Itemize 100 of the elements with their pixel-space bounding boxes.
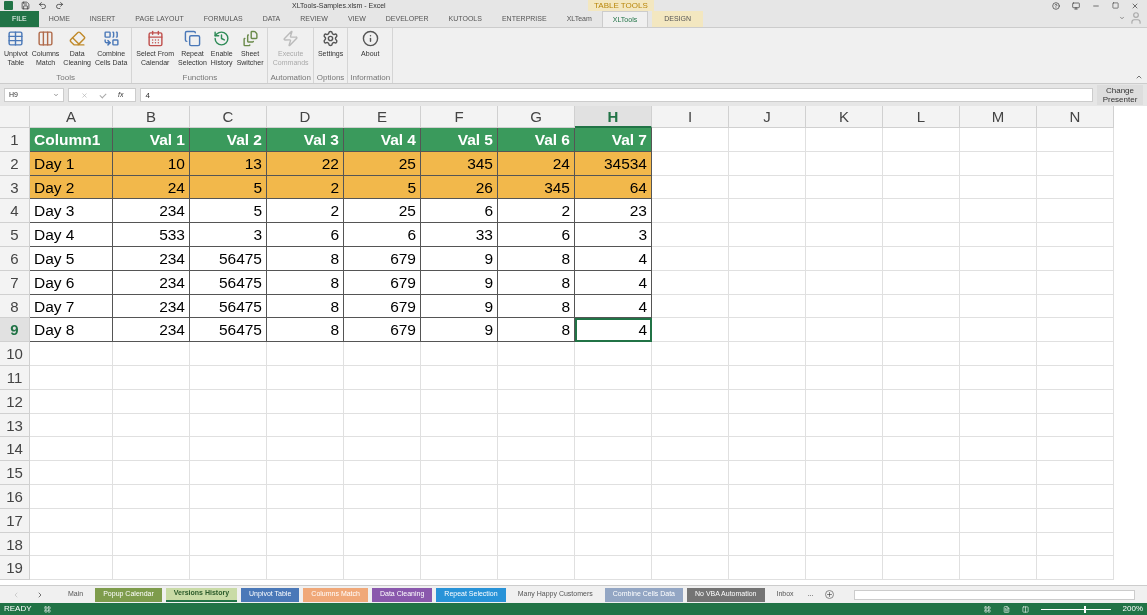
empty-cell[interactable] xyxy=(498,437,575,462)
add-sheet-icon[interactable] xyxy=(825,590,835,599)
empty-cell[interactable] xyxy=(421,461,498,485)
empty-cell[interactable] xyxy=(344,365,421,390)
empty-cell[interactable] xyxy=(344,437,421,462)
empty-cell[interactable] xyxy=(575,484,652,509)
normal-view-icon[interactable] xyxy=(983,605,991,613)
empty-cell[interactable] xyxy=(113,556,190,581)
empty-cell[interactable] xyxy=(806,128,883,152)
empty-cell[interactable] xyxy=(652,484,729,509)
empty-cell[interactable] xyxy=(267,342,344,366)
empty-cell[interactable] xyxy=(575,413,652,438)
collapse-ribbon-icon[interactable] xyxy=(1135,73,1143,81)
empty-cell[interactable] xyxy=(652,437,729,462)
empty-cell[interactable] xyxy=(498,413,575,438)
empty-cell[interactable] xyxy=(267,389,344,414)
dropdown-icon[interactable] xyxy=(1119,15,1125,21)
empty-cell[interactable] xyxy=(883,365,960,390)
column-header[interactable]: N xyxy=(1037,106,1114,128)
column-header[interactable]: H xyxy=(575,106,652,128)
empty-cell[interactable] xyxy=(1037,461,1114,485)
empty-cell[interactable] xyxy=(883,151,960,176)
empty-cell[interactable] xyxy=(806,365,883,390)
empty-cell[interactable] xyxy=(652,365,729,390)
empty-cell[interactable] xyxy=(421,365,498,390)
empty-cell[interactable] xyxy=(729,175,806,200)
empty-cell[interactable] xyxy=(729,413,806,438)
empty-cell[interactable] xyxy=(729,270,806,295)
empty-cell[interactable] xyxy=(960,151,1037,176)
empty-cell[interactable] xyxy=(344,389,421,414)
empty-cell[interactable] xyxy=(729,437,806,462)
empty-cell[interactable] xyxy=(806,484,883,509)
empty-cell[interactable] xyxy=(421,437,498,462)
page-break-icon[interactable] xyxy=(1021,605,1029,613)
empty-cell[interactable] xyxy=(806,437,883,462)
empty-cell[interactable] xyxy=(498,461,575,485)
empty-cell[interactable] xyxy=(190,556,267,581)
empty-cell[interactable] xyxy=(1037,199,1114,224)
column-header[interactable]: E xyxy=(344,106,421,128)
horizontal-scrollbar[interactable] xyxy=(854,589,1135,600)
empty-cell[interactable] xyxy=(652,556,729,581)
empty-cell[interactable] xyxy=(575,532,652,557)
empty-cell[interactable] xyxy=(960,128,1037,152)
empty-cell[interactable] xyxy=(960,270,1037,295)
empty-cell[interactable] xyxy=(1037,532,1114,557)
empty-cell[interactable] xyxy=(113,413,190,438)
display-options-icon[interactable] xyxy=(1072,1,1080,10)
empty-cell[interactable] xyxy=(267,508,344,533)
row-header[interactable]: 12 xyxy=(0,389,30,414)
empty-cell[interactable] xyxy=(652,532,729,557)
empty-cell[interactable] xyxy=(729,151,806,176)
column-header[interactable]: K xyxy=(806,106,883,128)
empty-cell[interactable] xyxy=(652,413,729,438)
empty-cell[interactable] xyxy=(806,389,883,414)
empty-cell[interactable] xyxy=(421,556,498,581)
empty-cell[interactable] xyxy=(883,508,960,533)
empty-cell[interactable] xyxy=(883,175,960,200)
empty-cell[interactable] xyxy=(883,389,960,414)
empty-cell[interactable] xyxy=(1037,365,1114,390)
empty-cell[interactable] xyxy=(883,484,960,509)
empty-cell[interactable] xyxy=(960,294,1037,319)
empty-cell[interactable] xyxy=(806,175,883,200)
empty-cell[interactable] xyxy=(190,508,267,533)
empty-cell[interactable] xyxy=(883,342,960,366)
empty-cell[interactable] xyxy=(421,484,498,509)
page-layout-icon[interactable] xyxy=(1002,605,1010,613)
empty-cell[interactable] xyxy=(960,532,1037,557)
row-header[interactable]: 13 xyxy=(0,413,30,438)
empty-cell[interactable] xyxy=(190,461,267,485)
user-avatar-icon[interactable] xyxy=(1129,11,1143,25)
empty-cell[interactable] xyxy=(267,556,344,581)
empty-cell[interactable] xyxy=(729,556,806,581)
empty-cell[interactable] xyxy=(344,508,421,533)
empty-cell[interactable] xyxy=(421,389,498,414)
row-header[interactable]: 18 xyxy=(0,532,30,557)
empty-cell[interactable] xyxy=(883,318,960,343)
column-header[interactable]: C xyxy=(190,106,267,128)
empty-cell[interactable] xyxy=(190,342,267,366)
empty-cell[interactable] xyxy=(883,199,960,224)
empty-cell[interactable] xyxy=(190,532,267,557)
redo-icon[interactable] xyxy=(55,1,64,10)
empty-cell[interactable] xyxy=(1037,294,1114,319)
row-header[interactable]: 4 xyxy=(0,199,30,224)
empty-cell[interactable] xyxy=(806,556,883,581)
row-header[interactable]: 5 xyxy=(0,223,30,247)
empty-cell[interactable] xyxy=(806,247,883,271)
empty-cell[interactable] xyxy=(344,556,421,581)
empty-cell[interactable] xyxy=(729,318,806,343)
row-header[interactable]: 8 xyxy=(0,294,30,319)
empty-cell[interactable] xyxy=(575,389,652,414)
empty-cell[interactable] xyxy=(960,365,1037,390)
empty-cell[interactable] xyxy=(1037,508,1114,533)
empty-cell[interactable] xyxy=(729,484,806,509)
row-header[interactable]: 16 xyxy=(0,484,30,509)
empty-cell[interactable] xyxy=(729,532,806,557)
empty-cell[interactable] xyxy=(883,128,960,152)
empty-cell[interactable] xyxy=(883,294,960,319)
empty-cell[interactable] xyxy=(960,437,1037,462)
empty-cell[interactable] xyxy=(729,342,806,366)
empty-cell[interactable] xyxy=(1037,128,1114,152)
